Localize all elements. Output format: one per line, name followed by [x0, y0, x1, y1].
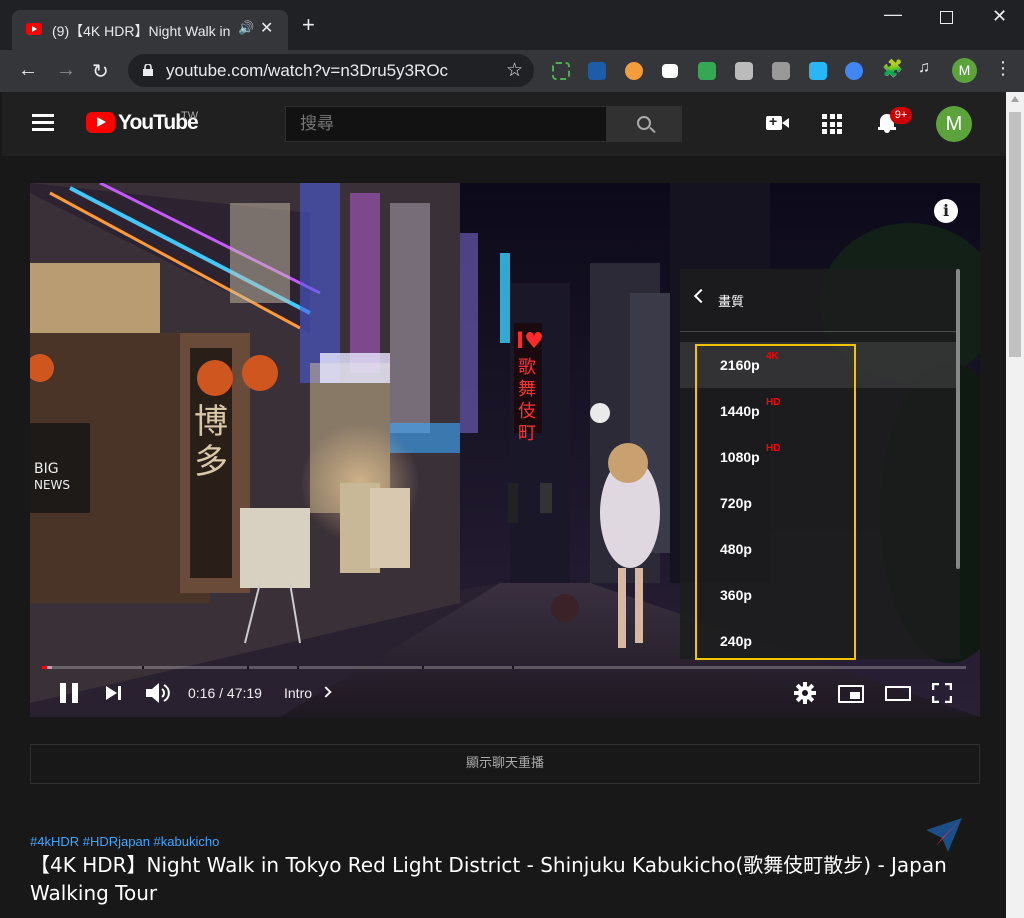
back-chevron-icon[interactable] — [693, 288, 709, 304]
chapter-marker — [512, 666, 514, 669]
youtube-favicon-icon — [26, 23, 42, 35]
scroll-up-arrow-icon[interactable] — [1011, 96, 1019, 102]
settings-gear-icon[interactable] — [794, 682, 816, 704]
search-extension-icon[interactable] — [588, 62, 606, 80]
video-player[interactable]: I♥ 歌 舞 伎 町 博 多 BIG NEWS i 畫質 2160p 4K 14… — [30, 183, 980, 717]
url-text: youtube.com/watch?v=n3Dru5y3ROc — [166, 61, 449, 80]
notes-extension-icon[interactable] — [662, 64, 678, 78]
search-button[interactable] — [606, 106, 682, 142]
chapter-marker — [422, 666, 424, 669]
svg-text:博: 博 — [194, 402, 228, 442]
share-extension-icon[interactable] — [809, 62, 827, 80]
quality-menu-scrollbar[interactable] — [956, 269, 960, 569]
menu-icon[interactable] — [32, 114, 54, 132]
maximize-button[interactable] — [940, 11, 953, 24]
browser-menu-icon[interactable]: ⋮ — [994, 58, 1012, 79]
youtube-page: YouTube TW 9+ M — [2, 92, 1006, 918]
account-avatar[interactable]: M — [936, 106, 972, 142]
svg-text:多: 多 — [194, 442, 228, 482]
notification-count-badge: 9+ — [890, 107, 912, 124]
svg-text:町: 町 — [518, 423, 536, 444]
bookmark-star-icon[interactable]: ☆ — [506, 59, 523, 82]
volume-icon[interactable] — [146, 683, 172, 703]
lookup-extension-icon[interactable] — [845, 62, 863, 80]
chapter-marker — [247, 666, 249, 669]
browser-tab[interactable]: (9)【4K HDR】Night Walk in Tokyo Red Light… — [12, 10, 288, 50]
minimize-button[interactable]: — — [884, 4, 902, 25]
progress-bar[interactable] — [42, 666, 966, 669]
media-control-icon[interactable]: ♫ — [918, 59, 936, 77]
page-scrollbar[interactable] — [1006, 92, 1024, 918]
create-video-icon[interactable] — [766, 113, 789, 130]
apps-grid-icon[interactable] — [822, 114, 842, 134]
annotation-highlight-box — [695, 344, 856, 660]
svg-text:歌: 歌 — [518, 357, 536, 378]
profile-avatar[interactable]: M — [952, 58, 977, 83]
show-chat-replay-button[interactable]: 顯示聊天重播 — [30, 744, 980, 784]
progress-played — [42, 666, 48, 669]
scroll-thumb[interactable] — [1009, 112, 1021, 357]
quality-menu-title: 畫質 — [718, 295, 745, 310]
lock-icon — [143, 64, 153, 76]
chapter-title[interactable]: Intro — [284, 685, 312, 701]
chapter-marker — [142, 666, 144, 669]
new-tab-button[interactable]: + — [302, 14, 315, 36]
screenshot-extension-icon[interactable] — [552, 62, 570, 80]
puzzle-extensions-icon[interactable]: 🧩 — [882, 59, 903, 78]
browser-toolbar: ← → ↻ youtube.com/watch?v=n3Dru5y3ROc ☆ … — [0, 50, 1024, 92]
back-button[interactable]: ← — [18, 59, 38, 82]
avatar-extension-icon[interactable] — [625, 62, 643, 80]
close-window-button[interactable]: ✕ — [992, 6, 1007, 27]
briefcase-extension-icon[interactable] — [772, 62, 790, 80]
svg-text:伎: 伎 — [518, 401, 536, 422]
speaker-icon[interactable]: 🔊 — [238, 20, 254, 36]
paper-plane-watermark-icon — [926, 818, 962, 852]
fullscreen-icon[interactable] — [932, 683, 952, 703]
video-title: 【4K HDR】Night Walk in Tokyo Red Light Di… — [30, 853, 947, 905]
browser-tabstrip: (9)【4K HDR】Night Walk in Tokyo Red Light… — [0, 0, 1024, 50]
theater-mode-icon[interactable] — [885, 686, 911, 701]
svg-text:BIG: BIG — [34, 461, 59, 477]
svg-text:I♥: I♥ — [516, 329, 544, 354]
reload-button[interactable]: ↻ — [92, 59, 109, 84]
svg-text:舞: 舞 — [518, 379, 536, 400]
forward-button[interactable]: → — [56, 59, 76, 82]
country-code: TW — [181, 110, 199, 122]
youtube-logo-icon[interactable] — [86, 112, 115, 133]
masthead: YouTube TW 9+ M — [2, 92, 1006, 156]
video-hashtags[interactable]: #4kHDR #HDRjapan #kabukicho — [30, 834, 219, 849]
close-tab-icon[interactable]: ✕ — [260, 18, 273, 38]
search-box[interactable] — [285, 106, 607, 142]
search-input[interactable] — [300, 114, 590, 134]
address-bar[interactable]: youtube.com/watch?v=n3Dru5y3ROc ☆ — [128, 54, 534, 87]
time-display: 0:16 / 47:19 — [188, 685, 262, 701]
chapter-marker — [297, 666, 299, 669]
next-icon[interactable] — [106, 686, 122, 700]
svg-text:NEWS: NEWS — [34, 478, 70, 492]
miniplayer-icon[interactable] — [838, 685, 864, 703]
info-icon[interactable]: i — [934, 199, 958, 223]
mail-extension-icon[interactable] — [698, 62, 716, 80]
quality-menu-header[interactable]: 畫質 — [680, 269, 960, 332]
code-extension-icon[interactable] — [735, 62, 753, 80]
tab-title: (9)【4K HDR】Night Walk in Tokyo Red Light… — [52, 23, 230, 39]
search-icon — [637, 116, 651, 130]
pause-icon[interactable] — [60, 683, 78, 703]
